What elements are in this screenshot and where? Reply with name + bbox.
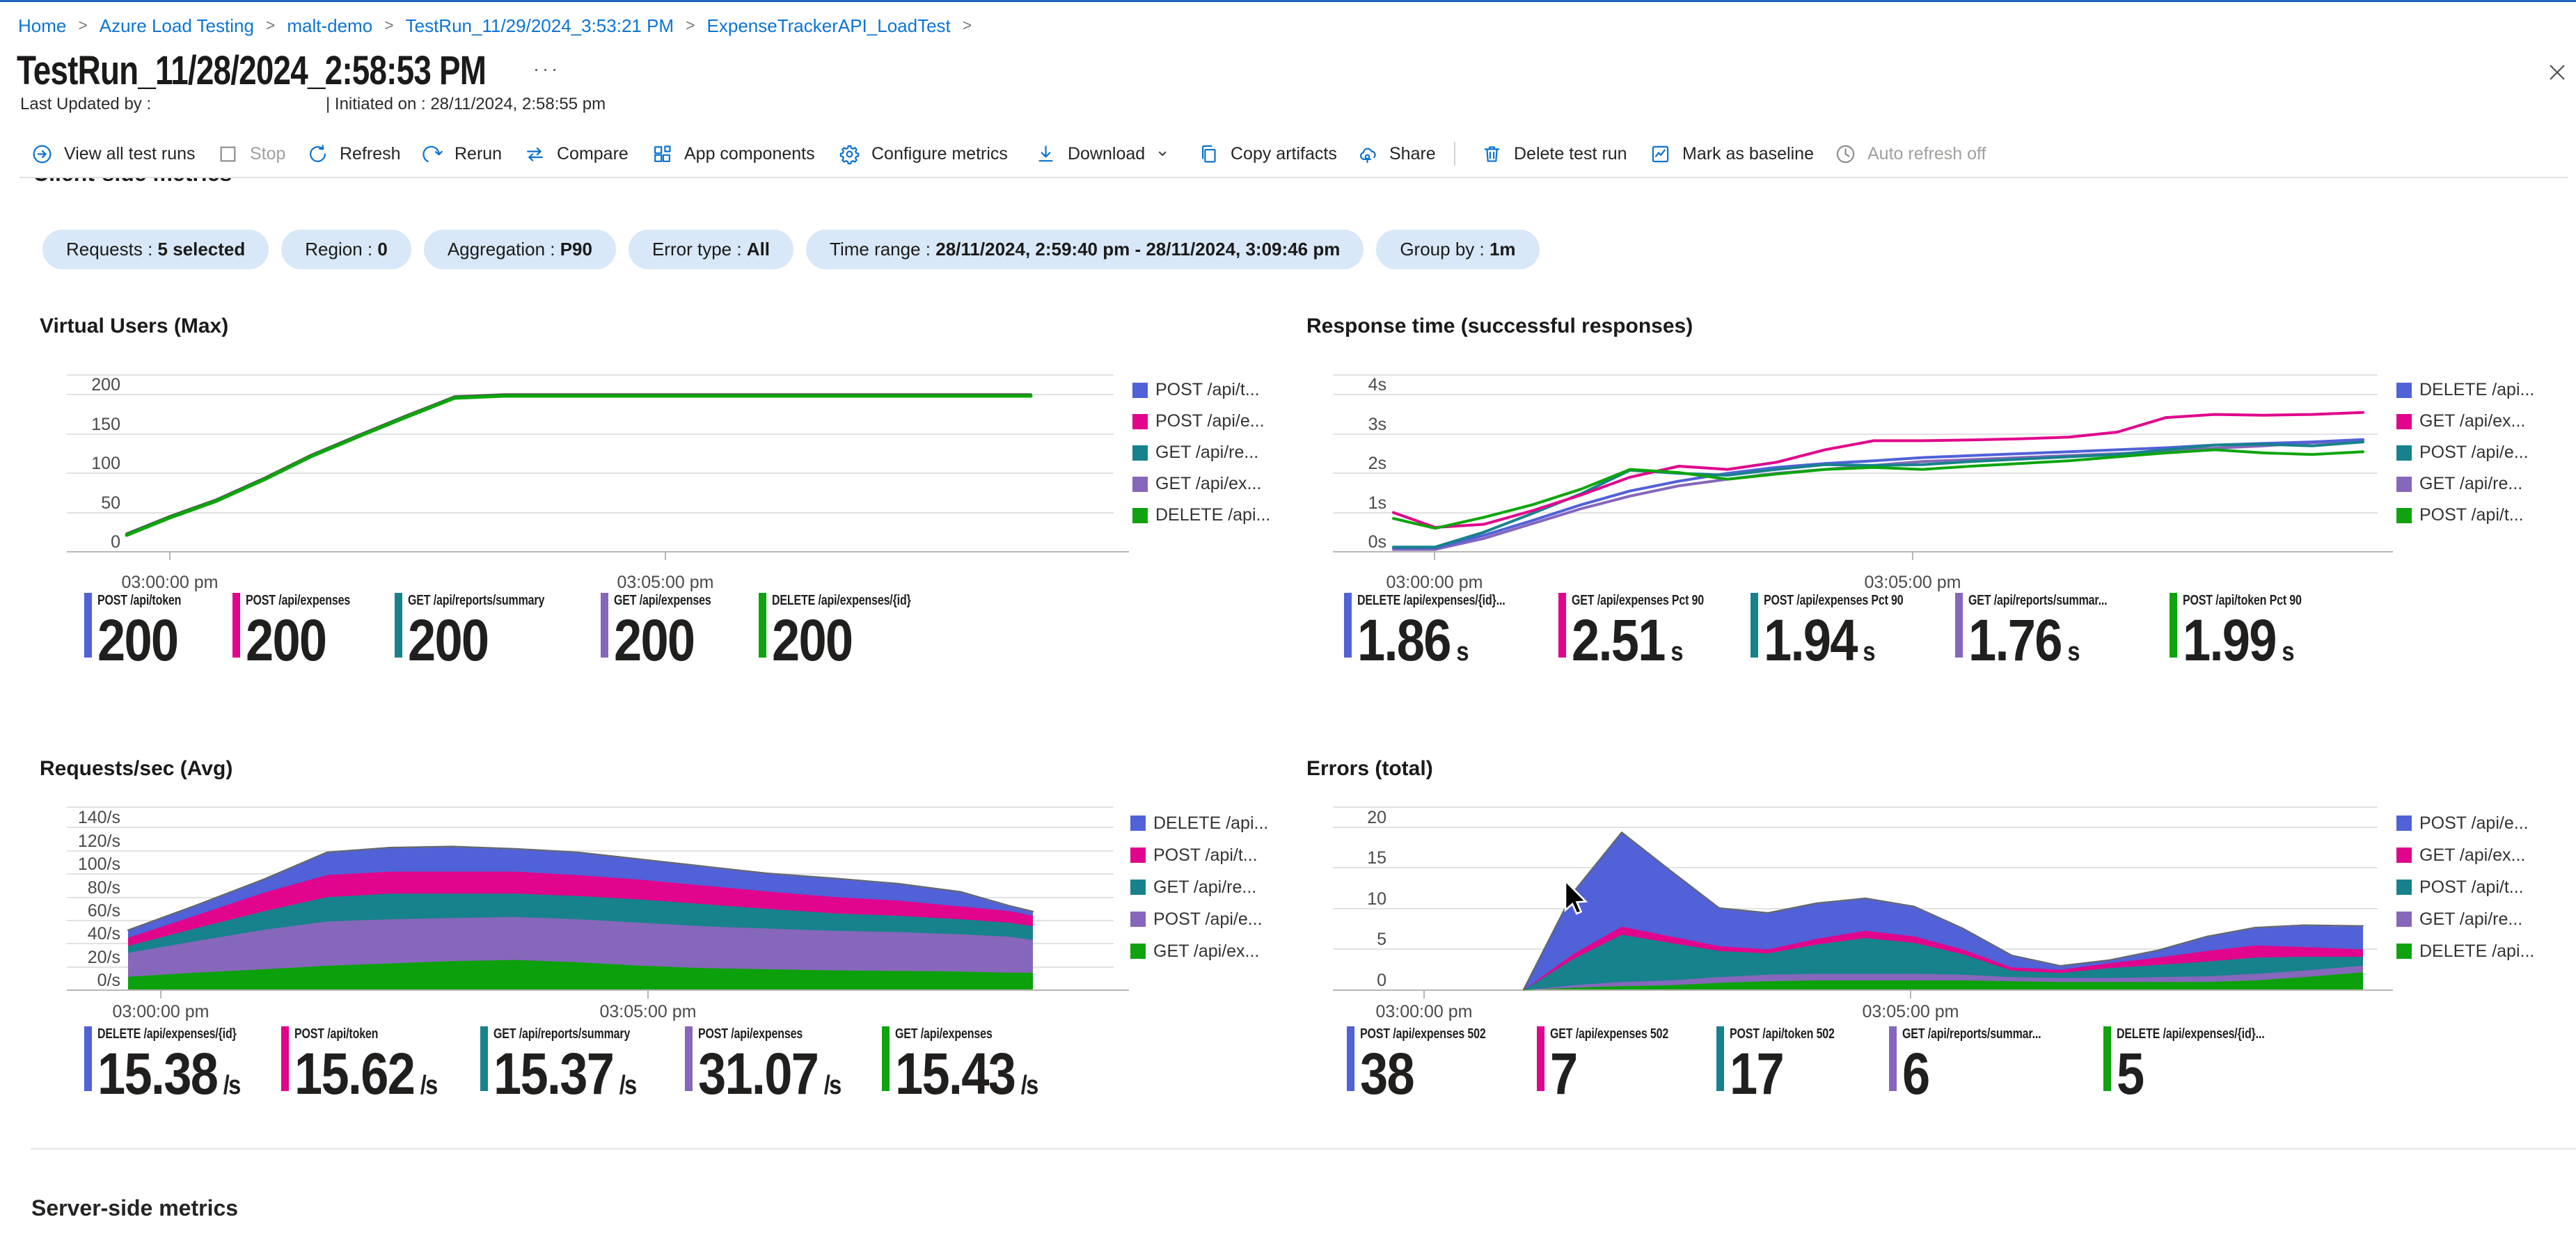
svg-text:0: 0 [111, 532, 120, 552]
svg-text:03:00:00 pm: 03:00:00 pm [122, 573, 219, 592]
svg-text:5: 5 [1377, 930, 1386, 949]
svg-text:03:00:00 pm: 03:00:00 pm [113, 1002, 210, 1021]
svg-text:03:00:00 pm: 03:00:00 pm [1386, 573, 1483, 592]
svg-text:0s: 0s [1368, 532, 1386, 552]
svg-text:50: 50 [101, 493, 120, 513]
svg-text:0: 0 [1377, 971, 1386, 990]
svg-text:150: 150 [91, 415, 120, 434]
svg-text:10: 10 [1367, 889, 1386, 909]
svg-text:40/s: 40/s [88, 924, 120, 944]
svg-text:20/s: 20/s [88, 948, 120, 967]
svg-text:03:05:00 pm: 03:05:00 pm [600, 1002, 697, 1021]
svg-text:140/s: 140/s [78, 808, 120, 827]
svg-text:60/s: 60/s [88, 901, 120, 921]
svg-text:03:05:00 pm: 03:05:00 pm [1865, 573, 1961, 592]
svg-text:100: 100 [91, 454, 120, 473]
svg-text:03:00:00 pm: 03:00:00 pm [1376, 1002, 1473, 1021]
svg-text:1s: 1s [1368, 493, 1386, 513]
svg-text:120/s: 120/s [78, 832, 120, 851]
svg-text:2s: 2s [1368, 454, 1386, 473]
svg-text:100/s: 100/s [78, 854, 120, 874]
svg-text:4s: 4s [1368, 375, 1386, 395]
svg-text:80/s: 80/s [88, 878, 120, 898]
svg-text:200: 200 [91, 375, 120, 395]
svg-text:03:05:00 pm: 03:05:00 pm [1863, 1002, 1959, 1021]
svg-text:15: 15 [1367, 848, 1386, 868]
svg-text:3s: 3s [1368, 415, 1386, 434]
svg-text:0/s: 0/s [97, 971, 120, 990]
svg-text:20: 20 [1367, 808, 1386, 827]
svg-text:03:05:00 pm: 03:05:00 pm [617, 573, 714, 592]
